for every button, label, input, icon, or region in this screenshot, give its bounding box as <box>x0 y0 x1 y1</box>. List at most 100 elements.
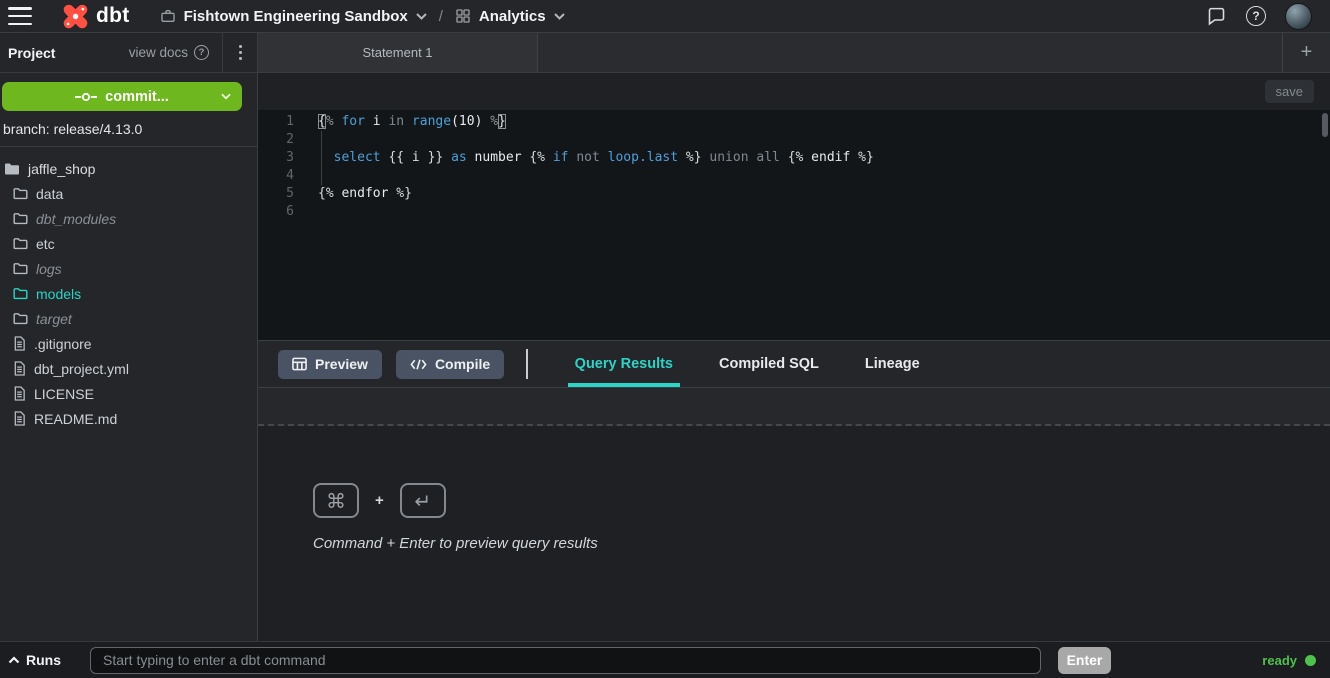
brand-wordmark: dbt <box>96 4 130 28</box>
project-switcher[interactable]: Analytics <box>455 8 565 25</box>
dbt-command-input[interactable] <box>90 647 1041 674</box>
file-icon <box>13 411 26 426</box>
tree-item-label: data <box>36 186 63 202</box>
code-editor[interactable]: 123456 {% for i in range(10) %} select {… <box>258 110 1330 341</box>
project-name: Analytics <box>479 8 546 25</box>
keyboard-shortcut-hint: ⌘ + ↵ <box>313 483 1330 518</box>
scrollbar-thumb[interactable] <box>1322 113 1328 137</box>
help-icon: ? <box>1246 6 1266 26</box>
tree-item-gitignore[interactable]: .gitignore <box>0 331 257 356</box>
tree-item-label: dbt_modules <box>36 211 116 227</box>
tree-item-jaffle-shop[interactable]: jaffle_shop <box>0 156 257 181</box>
commit-button[interactable]: commit... <box>2 82 242 111</box>
account-switcher[interactable]: Fishtown Engineering Sandbox <box>160 8 427 25</box>
results-tabs: Query Results Compiled SQL Lineage <box>552 341 943 387</box>
branch-label: branch: release/4.13.0 <box>3 121 249 137</box>
tree-item-dbt-modules[interactable]: dbt_modules <box>0 206 257 231</box>
enter-key-icon: ↵ <box>400 483 446 518</box>
hamburger-menu-button[interactable] <box>8 7 32 25</box>
tree-item-label: etc <box>36 236 55 252</box>
commit-button-label: commit... <box>105 89 169 105</box>
code-line: {% endfor %} <box>318 185 1330 203</box>
chevron-down-icon <box>416 13 427 20</box>
runs-toggle[interactable]: Runs <box>8 652 90 668</box>
tree-item-target[interactable]: target <box>0 306 257 331</box>
breadcrumb-separator: / <box>439 8 443 25</box>
enter-button[interactable]: Enter <box>1058 647 1111 674</box>
user-avatar[interactable] <box>1285 3 1312 30</box>
folder-icon <box>13 187 28 200</box>
save-button[interactable]: save <box>1265 80 1314 103</box>
tree-item-logs[interactable]: logs <box>0 256 257 281</box>
folder-open-icon <box>4 162 20 176</box>
file-icon <box>13 386 26 401</box>
tab-compiled-sql[interactable]: Compiled SQL <box>712 341 826 387</box>
topbar-actions: ? <box>1206 3 1312 30</box>
new-tab-button[interactable]: + <box>1282 33 1330 72</box>
view-docs-button[interactable]: view docs ? <box>129 45 209 60</box>
code-line <box>318 131 1330 149</box>
tree-item-label: logs <box>36 261 62 277</box>
tree-item-label: jaffle_shop <box>28 161 95 177</box>
line-number: 2 <box>258 131 294 149</box>
editor-toolbar: save <box>258 73 1330 110</box>
code-line <box>318 203 1330 221</box>
help-button[interactable]: ? <box>1246 6 1266 26</box>
folder-icon <box>13 312 28 325</box>
tree-item-etc[interactable]: etc <box>0 231 257 256</box>
status-indicator: ready <box>1262 653 1316 668</box>
status-dot-icon <box>1305 655 1316 666</box>
tab-statement-1[interactable]: Statement 1 <box>258 33 538 72</box>
sidebar-title: Project <box>8 45 55 61</box>
table-icon <box>292 357 307 371</box>
tree-item-readme-md[interactable]: README.md <box>0 406 257 431</box>
preview-button[interactable]: Preview <box>278 350 382 379</box>
dbt-logo[interactable]: dbt <box>62 3 130 30</box>
chevron-down-icon <box>554 13 565 20</box>
query-results-panel: ⌘ + ↵ Command + Enter to preview query r… <box>258 426 1330 641</box>
tree-item-license[interactable]: LICENSE <box>0 381 257 406</box>
sidebar-kebab-menu-button[interactable] <box>223 33 257 73</box>
tree-item-label: LICENSE <box>34 386 94 402</box>
folder-icon <box>13 262 28 275</box>
tree-item-data[interactable]: data <box>0 181 257 206</box>
grid-icon <box>455 8 471 24</box>
code-line: {% for i in range(10) %} <box>318 113 1330 131</box>
editor-scrollbar[interactable] <box>1322 113 1328 335</box>
dbt-cloud-ide: dbt Fishtown Engineering Sandbox / <box>0 0 1330 678</box>
line-number: 3 <box>258 149 294 167</box>
account-name: Fishtown Engineering Sandbox <box>184 8 408 25</box>
tree-item-label: models <box>36 286 81 302</box>
sidebar-header: Project view docs ? <box>0 33 257 73</box>
file-tree: jaffle_shopdata dbt_modulesetc logs models t… <box>0 147 257 431</box>
tab-lineage[interactable]: Lineage <box>858 341 927 387</box>
tab-query-results[interactable]: Query Results <box>568 341 680 387</box>
feedback-chat-button[interactable] <box>1206 6 1227 27</box>
results-panel-header: Preview Compile Query Results Compiled SQ… <box>258 341 1330 388</box>
main-area: Project view docs ? commit... <box>0 33 1330 641</box>
tree-item-dbt-project-yml[interactable]: dbt_project.yml <box>0 356 257 381</box>
project-sidebar: Project view docs ? commit... <box>0 33 258 641</box>
indent-guide <box>321 131 322 185</box>
file-icon <box>13 336 26 351</box>
folder-icon <box>13 212 28 225</box>
compile-button[interactable]: Compile <box>396 350 504 379</box>
code-icon <box>410 358 427 371</box>
line-number: 4 <box>258 167 294 185</box>
status-label: ready <box>1262 653 1297 668</box>
chevron-down-icon <box>221 93 231 100</box>
results-table-header-strip <box>258 388 1330 426</box>
file-icon <box>13 361 26 376</box>
top-navigation-bar: dbt Fishtown Engineering Sandbox / <box>0 0 1330 33</box>
line-number: 5 <box>258 185 294 203</box>
line-number: 1 <box>258 113 294 131</box>
command-key-icon: ⌘ <box>313 483 359 518</box>
code-lines: {% for i in range(10) %} select {{ i }} … <box>310 110 1330 340</box>
editor-tab-bar: Statement 1 + <box>258 33 1330 73</box>
folder-icon <box>13 287 28 300</box>
panel-divider <box>526 349 528 379</box>
folder-icon <box>13 237 28 250</box>
chevron-up-icon <box>8 656 20 664</box>
tree-item-models[interactable]: models <box>0 281 257 306</box>
tree-item-label: target <box>36 311 72 327</box>
